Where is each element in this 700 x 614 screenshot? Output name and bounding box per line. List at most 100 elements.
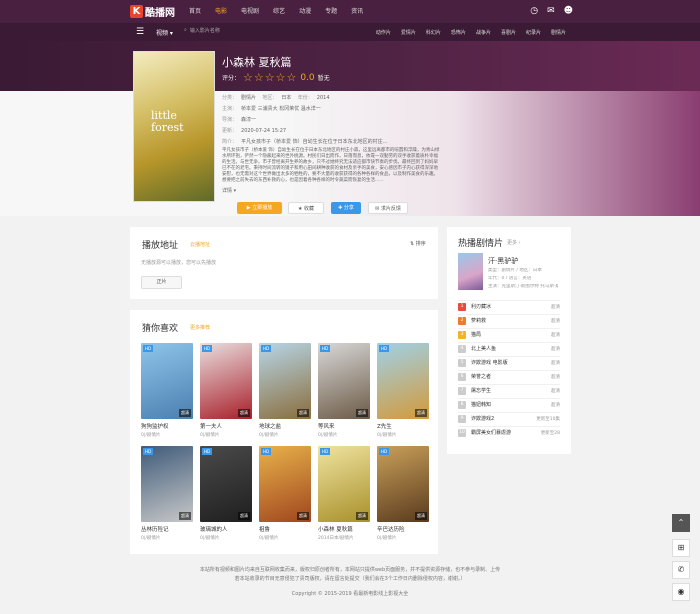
favorite-button[interactable]: ★ 收藏 [288,202,324,214]
hot-list-item[interactable]: 10 霸屏美女们暴虐游 更新至28 [458,426,560,438]
play-button[interactable]: ▶ 立即播放 [237,202,282,214]
hot-list-item[interactable]: 8 猫妞韩知 超清 [458,398,560,410]
nav-item-home[interactable]: 首页 [182,0,208,23]
nav-item-movie[interactable]: 电影 [208,0,234,23]
genre-link[interactable]: 动作片 [371,29,396,36]
movie-card-poster[interactable]: HD 超清 [141,343,193,419]
search-icon: ⌕ [184,27,187,33]
movie-card[interactable]: HD 超清 丛林历险记 0|/剧情片 [141,446,193,541]
movie-card[interactable]: HD 超清 祖鲁 0|/剧情片 [259,446,311,541]
movie-card-poster[interactable]: HD 超清 [141,446,193,522]
play-panel-tab[interactable]: 云播地址 [190,241,210,248]
footer: 本站所有视频和图片均来自互联网收集而来，版权归原创者所有，本网站只提供web页面… [0,566,700,599]
user-icon[interactable]: ☻ [564,6,573,16]
site-logo[interactable]: K 酷播网 [130,4,175,19]
guess-more[interactable]: 更多推荐 [190,324,210,331]
feedback-button[interactable]: ✉ 求片反馈 [368,202,408,214]
resolution-badge: 超清 [297,512,309,520]
movie-title: 小森林 夏秋篇 [222,56,292,69]
movie-card-title[interactable]: 丛林历险记 [141,525,193,533]
history-icon[interactable]: ◷ [530,6,538,16]
genre-link[interactable]: 恐怖片 [446,29,471,36]
source-button[interactable]: 正片 [141,276,182,289]
nav-item-topic[interactable]: 专题 [318,0,344,23]
movie-card-title[interactable]: 辛巴达历险 [377,525,429,533]
hot-list-item[interactable]: 4 北上美人鱼 超清 [458,342,560,354]
genre-link[interactable]: 战争片 [471,29,496,36]
weibo-icon[interactable]: ◉ [672,583,690,601]
quality-badge: HD [143,345,154,352]
hot-list-item[interactable]: 6 荣誉之者 超清 [458,370,560,382]
poster-title-text: little forest [151,109,184,134]
hot-item-status: 超清 [551,388,560,394]
wechat-icon[interactable]: ✆ [672,561,690,579]
nav-item-variety[interactable]: 综艺 [266,0,292,23]
movie-card[interactable]: HD 超清 玻璃城的人 0|/剧情片 [200,446,252,541]
menu-icon[interactable]: ☰ [136,27,144,37]
hot-featured-title[interactable]: 汗·黑驴驴 [488,256,518,266]
movie-card[interactable]: HD 超清 第一夫人 0|/剧情片 [200,343,252,438]
movie-card-title[interactable]: 祖鲁 [259,525,311,533]
hot-list-item[interactable]: 9 诈欺游戏2 更新至10集 [458,412,560,424]
movie-card[interactable]: HD 超清 Z先生 0|/剧情片 [377,343,429,438]
hot-list-item[interactable]: 2 萝莉救 超清 [458,314,560,326]
resolution-badge: 超清 [415,409,427,417]
top-icons: ◷ ✉ ☻ [530,6,573,16]
movie-card-title[interactable]: Z先生 [377,422,429,430]
empty-source-note: 无播放源可以播放，您可以先播放 [141,260,217,266]
genre-link[interactable]: 喜剧片 [496,29,521,36]
quality-badge: HD [261,448,272,455]
movie-card-poster[interactable]: HD 超清 [200,343,252,419]
hot-featured-info: 主演：克里斯汀·斯图尔特 托马斯·桑... [488,284,558,289]
detail-more-link[interactable]: 详情 ▾ [222,187,236,194]
movie-card-title[interactable]: 狗狗监护权 [141,422,193,430]
hot-featured-info: 年代：0 / 语言：英语 [488,276,532,281]
movie-card[interactable]: HD 超清 等风来 0|/剧情片 [318,343,370,438]
movie-card-poster[interactable]: HD 超清 [377,343,429,419]
resolution-badge: 超清 [179,512,191,520]
hot-list-item[interactable]: 7 屠忘学生 超清 [458,384,560,396]
hot-list-item[interactable]: 5 诈欺游戏 电影版 超清 [458,356,560,368]
nav-item-news[interactable]: 资讯 [344,0,370,23]
quality-badge: HD [379,448,390,455]
movie-card-poster[interactable]: HD 超清 [318,446,370,522]
movie-card-title[interactable]: 小森林 夏秋篇 [318,525,370,533]
movie-card[interactable]: HD 超清 辛巴达历险 0|/剧情片 [377,446,429,541]
hot-list-item[interactable]: 1 利刃藏冰 超清 [458,300,560,312]
hot-more-link[interactable]: 更多 › [507,239,521,246]
movie-card-poster[interactable]: HD 超清 [377,446,429,522]
genre-link[interactable]: 剧情片 [546,29,571,36]
movie-card-title[interactable]: 等风来 [318,422,370,430]
footer-disclaimer: 本站所有视频和图片均来自互联网收集而来，版权归原创者所有，本网站只提供web页面… [199,567,501,573]
hot-featured-poster[interactable] [458,253,483,290]
movie-card-poster[interactable]: HD 超清 [259,343,311,419]
movie-card[interactable]: HD 超清 小森林 夏秋篇 2014日本/剧情片 [318,446,370,541]
movie-card-title[interactable]: 地球之盐 [259,422,311,430]
movie-card-poster[interactable]: HD 超清 [200,446,252,522]
movie-card[interactable]: HD 超清 地球之盐 0|/剧情片 [259,343,311,438]
share-button[interactable]: ✚ 分享 [331,202,361,214]
movie-card-title[interactable]: 第一夫人 [200,422,252,430]
nav-item-tv[interactable]: 电视剧 [234,0,266,23]
nav-item-anime[interactable]: 动漫 [292,0,318,23]
sort-button[interactable]: ⇅ 排序 [410,240,426,247]
hot-item-status: 更新至10集 [536,416,560,422]
hot-rank: 2 [458,316,466,325]
genre-link[interactable]: 科幻片 [421,29,446,36]
hot-item-status: 更新至28 [540,430,560,436]
resolution-badge: 超清 [179,409,191,417]
movie-card-poster[interactable]: HD 超清 [318,343,370,419]
movie-card-title[interactable]: 玻璃城的人 [200,525,252,533]
message-icon[interactable]: ✉ [547,6,555,16]
genre-link[interactable]: 爱情片 [396,29,421,36]
up-icon[interactable]: ⌃ [672,514,690,532]
genre-link[interactable]: 纪录片 [521,29,546,36]
windows-icon[interactable]: ⊞ [672,539,690,557]
rating-stars[interactable]: ☆☆☆☆☆ [243,71,297,84]
movie-card[interactable]: HD 超清 狗狗监护权 0|/剧情片 [141,343,193,438]
hot-item-name: 萝莉救 [471,318,487,324]
channel-select[interactable]: 视频 ▾ [156,28,173,37]
search-input[interactable]: ⌕ 输入影片名称 [184,27,220,34]
movie-card-poster[interactable]: HD 超清 [259,446,311,522]
hot-list-item[interactable]: 3 猫局 超清 [458,328,560,340]
